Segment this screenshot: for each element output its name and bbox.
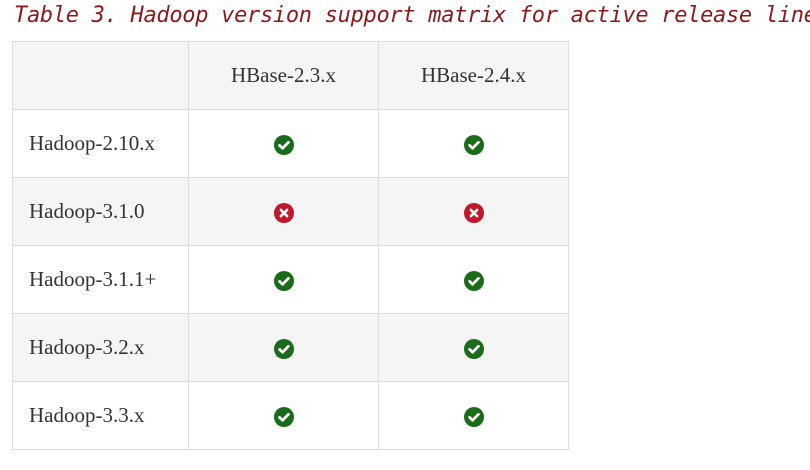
support-cell [378,109,569,178]
support-cell [188,381,379,450]
header-hbase-2-4: HBase-2.4.x [378,41,569,110]
x-circle-icon [463,203,484,224]
table-header-row: HBase-2.3.x HBase-2.4.x [12,41,569,110]
check-circle-icon [273,135,294,156]
row-label: Hadoop-3.3.x [12,381,189,450]
row-label: Hadoop-3.1.0 [12,177,189,246]
header-hbase-2-3: HBase-2.3.x [188,41,379,110]
row-label: Hadoop-2.10.x [12,109,189,178]
check-circle-icon [463,135,484,156]
support-cell [378,245,569,314]
table-row: Hadoop-3.1.0 [12,177,569,246]
support-cell [188,109,379,178]
support-cell [378,381,569,450]
hadoop-support-matrix: HBase-2.3.x HBase-2.4.x Hadoop-2.10.x Ha… [12,41,569,450]
table-row: Hadoop-3.3.x [12,381,569,450]
support-cell [188,177,379,246]
support-cell [378,177,569,246]
row-label: Hadoop-3.2.x [12,313,189,382]
table-row: Hadoop-2.10.x [12,109,569,178]
header-corner-cell [12,41,189,110]
support-cell [378,313,569,382]
check-circle-icon [273,407,294,428]
check-circle-icon [463,339,484,360]
table-caption: Table 3. Hadoop version support matrix f… [14,3,810,28]
table-row: Hadoop-3.1.1+ [12,245,569,314]
check-circle-icon [273,271,294,292]
check-circle-icon [463,407,484,428]
check-circle-icon [463,271,484,292]
support-cell [188,245,379,314]
table-row: Hadoop-3.2.x [12,313,569,382]
check-circle-icon [273,339,294,360]
x-circle-icon [273,203,294,224]
row-label: Hadoop-3.1.1+ [12,245,189,314]
support-cell [188,313,379,382]
